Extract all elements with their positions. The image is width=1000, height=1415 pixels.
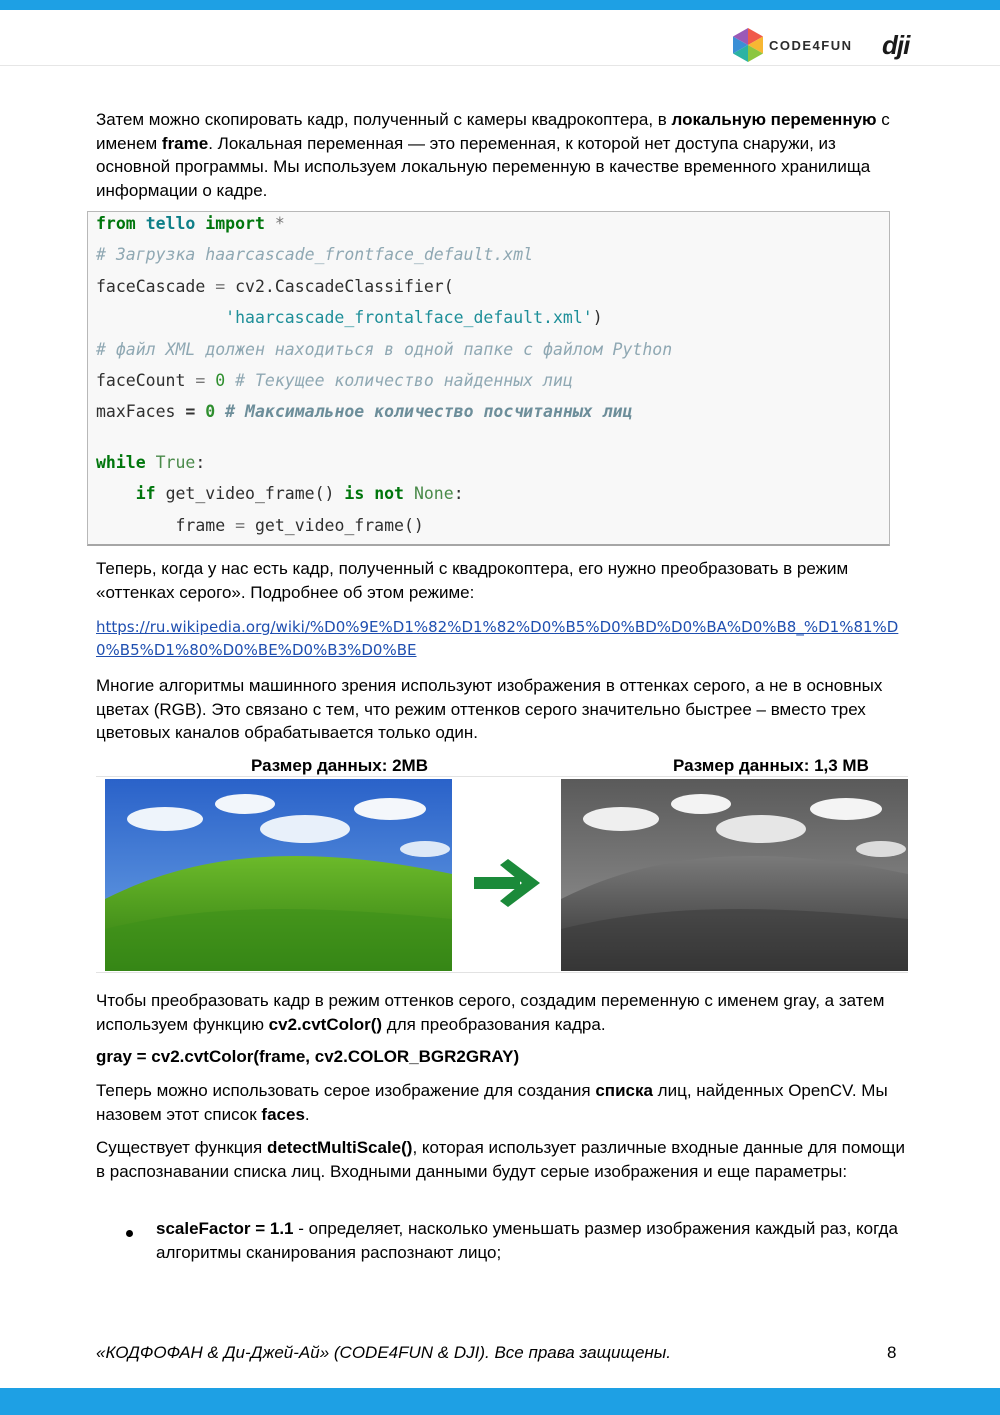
code-identifier: maxFaces bbox=[96, 402, 176, 421]
code-keyword: import bbox=[205, 214, 265, 233]
code-comment: # файл XML должен находиться в одной пап… bbox=[96, 340, 673, 359]
code-number: 0 bbox=[205, 402, 216, 421]
code-block: from tello import * # Загрузка haarcasca… bbox=[87, 211, 890, 546]
code-operator: = bbox=[185, 402, 196, 421]
gray-conversion-code: gray = cv2.cvtColor(frame, cv2.COLOR_BGR… bbox=[96, 1047, 520, 1066]
code-colon: : bbox=[453, 484, 464, 503]
paragraph-detect-multiscale: Существует функция detectMultiScale(), к… bbox=[96, 1136, 906, 1183]
wikipedia-link[interactable]: https://ru.wikipedia.org/wiki/%D0%9E%D1%… bbox=[96, 616, 911, 662]
code-constant: True bbox=[155, 453, 196, 472]
paragraph-faces-list: Теперь можно использовать серое изображе… bbox=[96, 1079, 906, 1126]
code-module: tello bbox=[145, 214, 196, 233]
color-landscape-image bbox=[105, 779, 452, 971]
bullet-scale-factor: scaleFactor = 1.1 - определяет, наскольк… bbox=[156, 1217, 906, 1264]
code-line-7: maxFaces = 0 # Максимальное количество п… bbox=[96, 401, 632, 423]
code-operator: = bbox=[195, 371, 206, 390]
figure-label-gray-size: Размер данных: 1,3 MB bbox=[673, 756, 869, 775]
code-comment: # Загрузка haarcascade_frontface_default… bbox=[96, 245, 534, 264]
code-call: get_video_frame() bbox=[165, 484, 335, 503]
dji-logo: dji bbox=[882, 30, 910, 60]
bold-term: локальную переменную bbox=[671, 110, 877, 129]
code-identifier: faceCount bbox=[96, 371, 186, 390]
code-line-10: frame = get_video_frame() bbox=[96, 515, 424, 537]
code-string: 'haarcascade_frontalface_default.xml' bbox=[225, 308, 593, 327]
figure-bottom-rule bbox=[96, 972, 908, 973]
code-line-3: faceCascade = cv2.CascadeClassifier( bbox=[96, 276, 454, 298]
figure-label-color-size: Размер данных: 2MB bbox=[251, 756, 428, 775]
code-line-5: # файл XML должен находиться в одной пап… bbox=[96, 339, 672, 361]
code-line-4: 'haarcascade_frontalface_default.xml') bbox=[96, 307, 603, 329]
bold-term: scaleFactor = 1.1 bbox=[156, 1219, 294, 1238]
code4fun-logo-text: CODE4FUN bbox=[769, 37, 853, 53]
header-divider bbox=[0, 65, 1000, 66]
footer-copyright: «КОДФОФАН & Ди-Джей-Ай» (CODE4FUN & DJI)… bbox=[96, 1343, 672, 1362]
paragraph-convert-gray: Чтобы преобразовать кадр в режим оттенко… bbox=[96, 989, 906, 1036]
paragraph-text: . Локальная переменная — это переменная,… bbox=[96, 133, 871, 200]
code-keyword: from bbox=[96, 214, 136, 233]
code-operator: * bbox=[274, 214, 285, 233]
paragraph-text: . bbox=[304, 1104, 310, 1124]
bold-term: списка bbox=[595, 1081, 653, 1100]
code-operator: = bbox=[215, 277, 226, 296]
code-comment: # Текущее количество найденных лиц bbox=[235, 371, 573, 390]
code-line-6: faceCount = 0 # Текущее количество найде… bbox=[96, 370, 573, 392]
paragraph-grayscale-reason: Многие алгоритмы машинного зрения исполь… bbox=[96, 676, 883, 742]
bottom-accent-bar bbox=[0, 1388, 1000, 1415]
bold-term: cv2.cvtColor() bbox=[268, 1014, 383, 1034]
code-paren: ) bbox=[592, 308, 603, 327]
code-keyword: is not bbox=[344, 484, 404, 503]
code-constant: None bbox=[413, 484, 454, 503]
code4fun-logo: CODE4FUN bbox=[733, 27, 853, 63]
code-line-1: from tello import * bbox=[96, 213, 285, 235]
paragraph-text: для преобразования кадра. bbox=[382, 1014, 606, 1034]
code-call: get_video_frame() bbox=[254, 516, 424, 535]
code-keyword: while bbox=[96, 453, 146, 472]
paragraph-text: Затем можно скопировать кадр, полученный… bbox=[96, 110, 672, 129]
code-identifier: frame bbox=[175, 516, 226, 535]
top-accent-bar bbox=[0, 0, 1000, 10]
paragraph-local-variable: Затем можно скопировать кадр, полученный… bbox=[96, 108, 906, 202]
code-operator: = bbox=[235, 516, 246, 535]
figure-top-rule bbox=[96, 776, 908, 777]
code-call: cv2.CascadeClassifier( bbox=[235, 277, 454, 296]
code4fun-hexagon-icon bbox=[733, 28, 763, 62]
code-identifier: faceCascade bbox=[96, 277, 206, 296]
code-number: 0 bbox=[215, 371, 226, 390]
code-colon: : bbox=[195, 453, 206, 472]
code-line-8: while True: bbox=[96, 452, 205, 474]
paragraph-text: Теперь можно использовать серое изображе… bbox=[96, 1081, 596, 1100]
paragraph-text: Существует функция bbox=[96, 1138, 267, 1157]
arrow-right-icon bbox=[470, 855, 542, 911]
bold-term: frame bbox=[161, 133, 209, 153]
code-line-9: if get_video_frame() is not None: bbox=[96, 483, 464, 505]
grayscale-landscape-image bbox=[561, 779, 908, 971]
code-line-2: # Загрузка haarcascade_frontface_default… bbox=[96, 244, 533, 266]
page-number: 8 bbox=[887, 1343, 897, 1362]
code-comment: # Максимальное количество посчитанных ли… bbox=[225, 402, 633, 421]
bold-term: detectMultiScale() bbox=[266, 1138, 413, 1157]
paragraph-grayscale-intro: Теперь, когда у нас есть кадр, полученны… bbox=[96, 559, 849, 602]
bold-term: faces bbox=[261, 1104, 305, 1124]
bullet-icon bbox=[126, 1230, 133, 1237]
code-keyword: if bbox=[135, 484, 156, 503]
